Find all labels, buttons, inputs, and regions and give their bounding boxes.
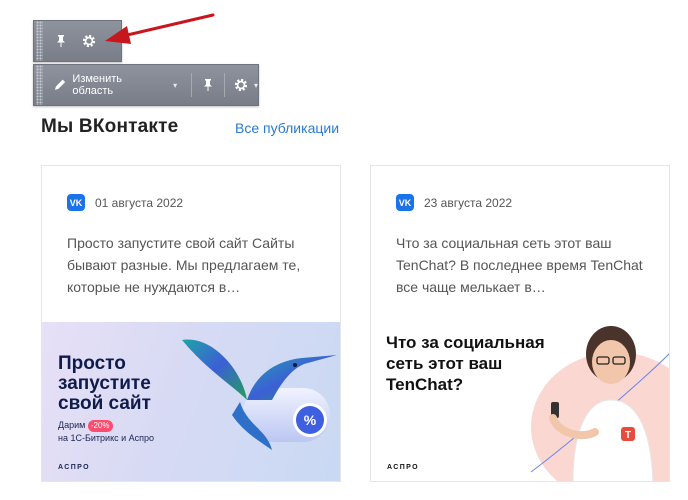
red-arrow-annotation	[105, 13, 215, 44]
post-image[interactable]: Что за социальная сеть этот ваш TenChat?…	[371, 322, 669, 481]
discount-badge: -20%	[87, 420, 113, 432]
pin-icon	[57, 35, 65, 47]
post-text: Просто запустите свой сайт Сайты бывают …	[67, 235, 301, 295]
image-sub-line: на 1С-Битрикс и Аспро	[58, 433, 155, 443]
image-subtext: Дарим -20% на 1С-Битрикс и Аспро	[58, 419, 154, 444]
post-card[interactable]: VK 23 августа 2022 Что за социальная сет…	[370, 165, 670, 482]
woman-with-phone-illustration: T	[530, 326, 669, 481]
post-date: 01 августа 2022	[95, 195, 184, 210]
pin-button[interactable]	[43, 21, 79, 61]
section-title: Мы ВКонтакте	[41, 116, 179, 137]
divider	[191, 73, 193, 97]
hummingbird-illustration: %	[182, 339, 337, 450]
divider	[223, 73, 225, 97]
post-date: 23 августа 2022	[424, 195, 513, 210]
pin-icon	[203, 79, 212, 91]
image-headline-line: Просто	[58, 353, 126, 374]
settings-button[interactable]	[231, 65, 252, 105]
brand-logo: АСПРО	[387, 464, 419, 471]
all-publications-link[interactable]: Все публикации	[235, 120, 339, 136]
post-text: Что за социальная сеть этот ваш TenChat?…	[396, 235, 643, 295]
pin-button[interactable]	[198, 65, 218, 105]
image-sub-prefix: Дарим	[58, 420, 86, 430]
post-image[interactable]: Просто запустите свой сайт Дарим -20% на…	[42, 322, 340, 481]
image-headline-line: запустите	[58, 373, 151, 394]
svg-text:%: %	[304, 412, 317, 428]
brand-logo: АСПРО	[58, 464, 90, 471]
post-meta: VK 01 августа 2022	[67, 194, 183, 211]
vk-icon: VK	[396, 194, 414, 211]
edit-area-label: Изменить область	[72, 73, 123, 97]
gear-icon	[235, 78, 248, 92]
post-card[interactable]: VK 01 августа 2022 Просто запустите свой…	[41, 165, 341, 482]
image-headline: Просто запустите свой сайт	[58, 354, 151, 414]
caret-down-icon: ▾	[173, 80, 178, 90]
vk-icon: VK	[67, 194, 85, 211]
drag-handle[interactable]	[36, 21, 43, 61]
drag-handle[interactable]	[36, 65, 43, 105]
caret-down-icon[interactable]: ▾	[254, 81, 258, 90]
image-headline-line: свой сайт	[58, 393, 151, 414]
pencil-icon	[54, 79, 65, 90]
svg-text:T: T	[625, 430, 631, 441]
post-meta: VK 23 августа 2022	[396, 194, 512, 211]
edit-area-button[interactable]: Изменить область ▾	[43, 65, 185, 105]
admin-panel-area: Изменить область ▾ ▾	[33, 64, 259, 106]
